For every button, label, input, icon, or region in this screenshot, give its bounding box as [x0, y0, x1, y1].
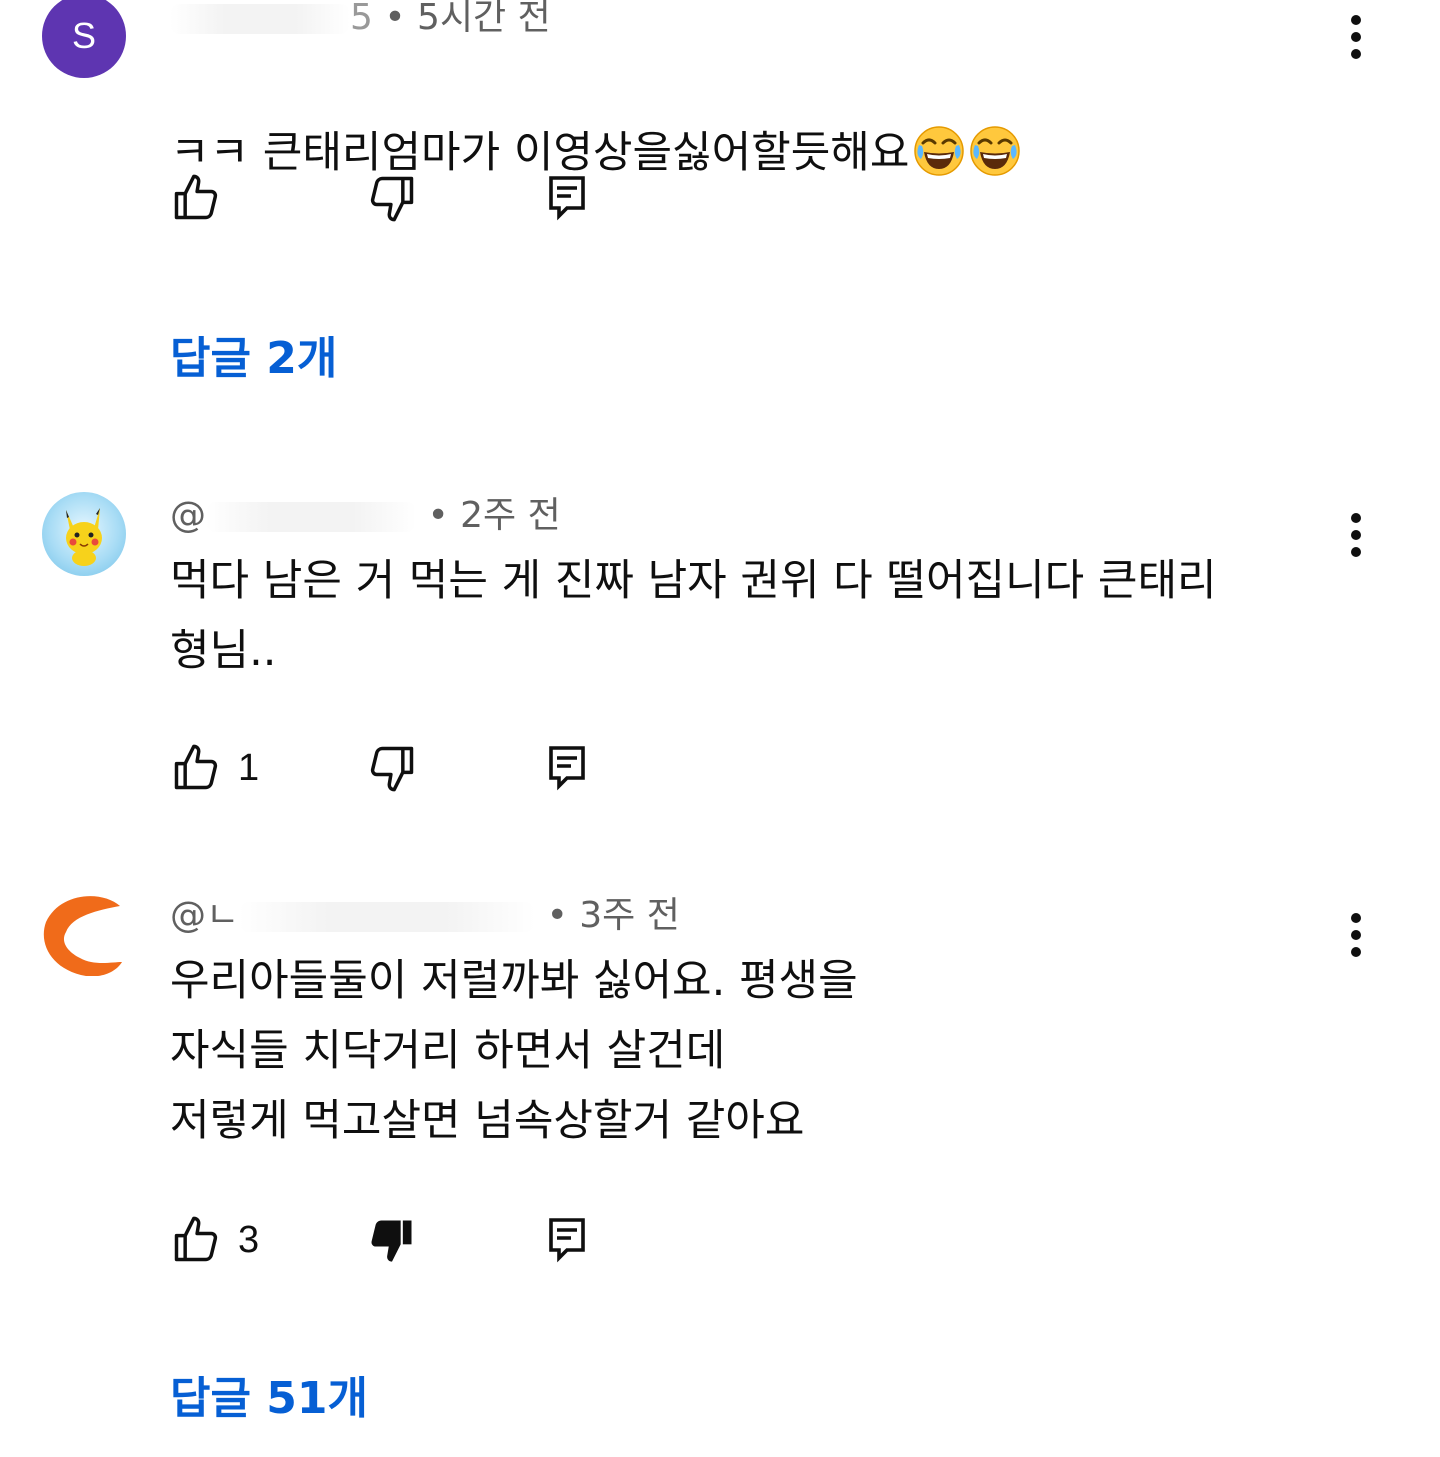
dislike-button[interactable] [366, 738, 418, 798]
pikachu-icon [66, 508, 102, 566]
author-handle-redacted[interactable] [206, 502, 416, 532]
more-options-icon[interactable] [1336, 510, 1376, 560]
thumbs-down-icon [370, 176, 414, 222]
face-with-tears-of-joy-icon [970, 126, 1021, 176]
author-handle-redacted[interactable] [170, 4, 350, 34]
reply-button[interactable] [546, 1210, 588, 1270]
view-replies-button[interactable]: 답글 51개 [170, 1362, 368, 1426]
comment-time: • 2주 전 [427, 495, 561, 536]
comment-actions: 3 [0, 1210, 700, 1270]
like-count: 3 [238, 1218, 260, 1261]
more-options-icon[interactable] [1336, 12, 1376, 62]
comment-meta: @ • 2주 전 [170, 494, 561, 538]
comment-time: • 5시간 전 [384, 0, 551, 38]
like-button[interactable] [170, 168, 238, 228]
comment-reply-icon [549, 746, 585, 791]
like-button[interactable]: 3 [170, 1210, 259, 1270]
comment-actions: 1 [0, 738, 700, 798]
thumbs-up-icon [174, 1216, 218, 1262]
comment-text: 우리아들둘이 저럴까봐 싫어요. 평생을 자식들 치닥거리 하면서 살건데 저렇… [170, 956, 858, 1146]
avatar[interactable]: S [42, 0, 126, 78]
comment-text: 먹다 남은 거 먹는 게 진짜 남자 권위 다 떨어집니다 큰태리 형님.. [170, 556, 1217, 676]
pikachu-avatar[interactable] [42, 492, 126, 576]
thumbs-down-filled-icon [371, 1220, 412, 1262]
dislike-button[interactable] [366, 168, 418, 228]
author-handle[interactable]: 5 [350, 0, 373, 38]
dislike-button[interactable] [366, 1210, 418, 1270]
author-handle[interactable]: @ㄴ [170, 895, 239, 936]
view-replies-button[interactable]: 답글 2개 [170, 322, 337, 386]
comment-reply-icon [549, 176, 585, 221]
like-button[interactable]: 1 [170, 738, 259, 798]
face-with-tears-of-joy-icon [914, 126, 965, 176]
comment-time: • 3주 전 [546, 895, 680, 936]
like-count: 1 [238, 746, 260, 789]
thumbs-up-icon [174, 174, 218, 220]
thumbs-down-icon [370, 746, 414, 792]
author-handle-redacted[interactable] [239, 902, 536, 932]
comment-reply-icon [549, 1218, 585, 1263]
author-handle[interactable]: @ [170, 495, 206, 536]
reply-button[interactable] [546, 738, 588, 798]
comment-text: ㅋㅋ 큰태리엄마가 이영상을싫어할듯해요 [170, 48, 1021, 188]
orange-swoosh-avatar[interactable] [42, 892, 126, 977]
orange-swoosh-icon [43, 896, 122, 977]
comment-actions [0, 168, 700, 228]
comment-meta: @ㄴ • 3주 전 [170, 894, 680, 938]
reply-button[interactable] [546, 168, 588, 228]
more-options-icon[interactable] [1336, 910, 1376, 960]
comment-meta: 5 • 5시간 전 [170, 0, 551, 40]
avatar-letter: S [71, 15, 96, 56]
thumbs-up-icon [174, 744, 218, 790]
